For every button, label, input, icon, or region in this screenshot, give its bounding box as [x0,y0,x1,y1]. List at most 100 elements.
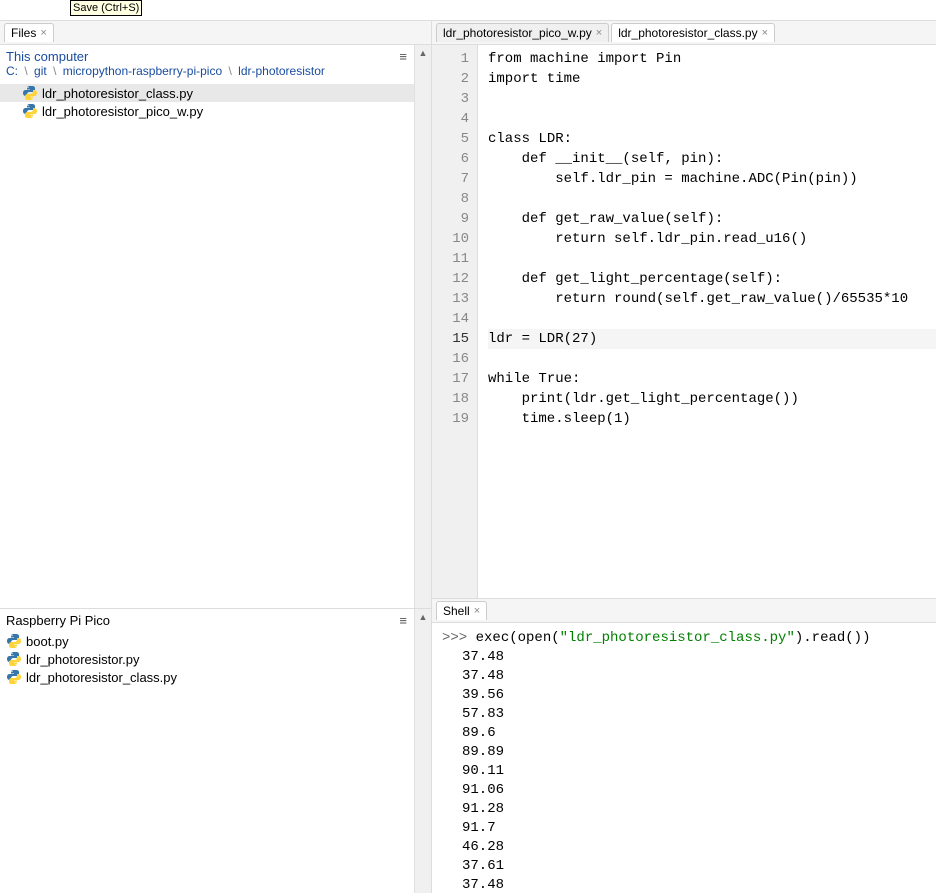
line-number: 3 [432,89,469,109]
files-panel-title: This computer [6,49,88,64]
line-number: 13 [432,289,469,309]
line-number: 12 [432,269,469,289]
breadcrumb-segment[interactable]: ldr-photoresistor [238,64,325,78]
line-number: 14 [432,309,469,329]
scrollbar[interactable]: ▲ [414,609,431,893]
code-line[interactable] [488,89,936,109]
save-tooltip: Save (Ctrl+S) [70,0,142,16]
shell-line: 89.89 [442,743,926,762]
shell-output[interactable]: >>> exec(open("ldr_photoresistor_class.p… [432,623,936,893]
shell-line: 37.61 [442,857,926,876]
device-panel: Raspberry Pi Pico ≡ boot.py ldr_photoresi… [0,608,431,893]
code-line[interactable]: print(ldr.get_light_percentage()) [488,389,936,409]
code-line[interactable]: class LDR: [488,129,936,149]
python-icon [6,669,22,685]
breadcrumb[interactable]: C: \ git \ micropython-raspberry-pi-pico… [0,64,414,82]
shell-line: 37.48 [442,876,926,893]
python-icon [6,651,22,667]
shell-line: 90.11 [442,762,926,781]
code-line[interactable] [488,189,936,209]
file-item[interactable]: ldr_photoresistor_class.py [0,668,414,686]
close-icon[interactable]: × [474,605,480,617]
file-name: ldr_photoresistor.py [26,652,139,667]
toolbar: Save (Ctrl+S) [0,0,936,20]
code-line[interactable]: def get_light_percentage(self): [488,269,936,289]
line-gutter: 12345678910111213141516171819 [432,45,478,598]
code-line[interactable]: return self.ldr_pin.read_u16() [488,229,936,249]
line-number: 10 [432,229,469,249]
breadcrumb-segment[interactable]: C: [6,64,18,78]
code-line[interactable] [488,109,936,129]
code-line[interactable] [488,349,936,369]
line-number: 15 [432,329,469,349]
files-tab[interactable]: Files × [4,23,54,42]
code-area[interactable]: from machine import Pinimport time class… [478,45,936,598]
code-line[interactable] [488,249,936,269]
shell-line: 91.28 [442,800,926,819]
line-number: 4 [432,109,469,129]
code-line[interactable]: def __init__(self, pin): [488,149,936,169]
code-line[interactable] [488,309,936,329]
file-name: ldr_photoresistor_pico_w.py [42,104,203,119]
editor-tab-label: ldr_photoresistor_class.py [618,26,757,40]
files-panel: This computer ≡ C: \ git \ micropython-r… [0,45,431,608]
code-line[interactable]: def get_raw_value(self): [488,209,936,229]
shell-tab-label: Shell [443,604,470,618]
code-editor[interactable]: 12345678910111213141516171819 from machi… [432,45,936,598]
line-number: 9 [432,209,469,229]
close-icon[interactable]: × [762,27,768,39]
code-line[interactable]: return round(self.get_raw_value()/65535*… [488,289,936,309]
line-number: 7 [432,169,469,189]
shell-command: exec(open("ldr_photoresistor_class.py").… [476,630,871,646]
hamburger-icon[interactable]: ≡ [399,49,406,64]
shell-line: 91.06 [442,781,926,800]
line-number: 1 [432,49,469,69]
shell-line: 37.48 [442,667,926,686]
code-line[interactable]: time.sleep(1) [488,409,936,429]
scroll-up-icon[interactable]: ▲ [419,45,428,61]
editor-tab-strip: ldr_photoresistor_pico_w.py×ldr_photores… [432,21,936,45]
scroll-up-icon[interactable]: ▲ [419,609,428,625]
file-name: ldr_photoresistor_class.py [42,86,193,101]
shell-tab[interactable]: Shell × [436,601,487,620]
device-panel-title: Raspberry Pi Pico [6,613,110,628]
right-column: ldr_photoresistor_pico_w.py×ldr_photores… [432,21,936,893]
files-tab-label: Files [11,26,36,40]
hamburger-icon[interactable]: ≡ [399,613,406,628]
shell-line: 91.7 [442,819,926,838]
shell-tab-strip: Shell × [432,599,936,623]
shell-panel: Shell × >>> exec(open("ldr_photoresistor… [432,598,936,893]
breadcrumb-segment[interactable]: micropython-raspberry-pi-pico [63,64,222,78]
code-line[interactable]: self.ldr_pin = machine.ADC(Pin(pin)) [488,169,936,189]
left-column: Files × This computer ≡ C: \ git \ micro… [0,21,432,893]
scrollbar[interactable]: ▲ [414,45,431,608]
breadcrumb-segment[interactable]: git [34,64,47,78]
line-number: 19 [432,409,469,429]
python-icon [22,103,38,119]
file-item[interactable]: ldr_photoresistor.py [0,650,414,668]
shell-line: 57.83 [442,705,926,724]
close-icon[interactable]: × [596,27,602,39]
file-item[interactable]: ldr_photoresistor_pico_w.py [0,102,414,120]
shell-line: 39.56 [442,686,926,705]
line-number: 6 [432,149,469,169]
code-line[interactable]: ldr = LDR(27) [488,329,936,349]
code-line[interactable]: while True: [488,369,936,389]
editor-tab-label: ldr_photoresistor_pico_w.py [443,26,592,40]
local-file-tree: ldr_photoresistor_class.py ldr_photoresis… [0,82,414,122]
code-line[interactable]: import time [488,69,936,89]
main-area: Files × This computer ≡ C: \ git \ micro… [0,20,936,893]
line-number: 11 [432,249,469,269]
shell-line: 46.28 [442,838,926,857]
file-name: ldr_photoresistor_class.py [26,670,177,685]
python-icon [22,85,38,101]
close-icon[interactable]: × [40,27,46,39]
shell-line: 89.6 [442,724,926,743]
code-line[interactable]: from machine import Pin [488,49,936,69]
line-number: 18 [432,389,469,409]
editor-tab[interactable]: ldr_photoresistor_pico_w.py × [436,23,609,42]
editor-tab[interactable]: ldr_photoresistor_class.py × [611,23,775,42]
file-item[interactable]: ldr_photoresistor_class.py [0,84,414,102]
file-item[interactable]: boot.py [0,632,414,650]
line-number: 5 [432,129,469,149]
